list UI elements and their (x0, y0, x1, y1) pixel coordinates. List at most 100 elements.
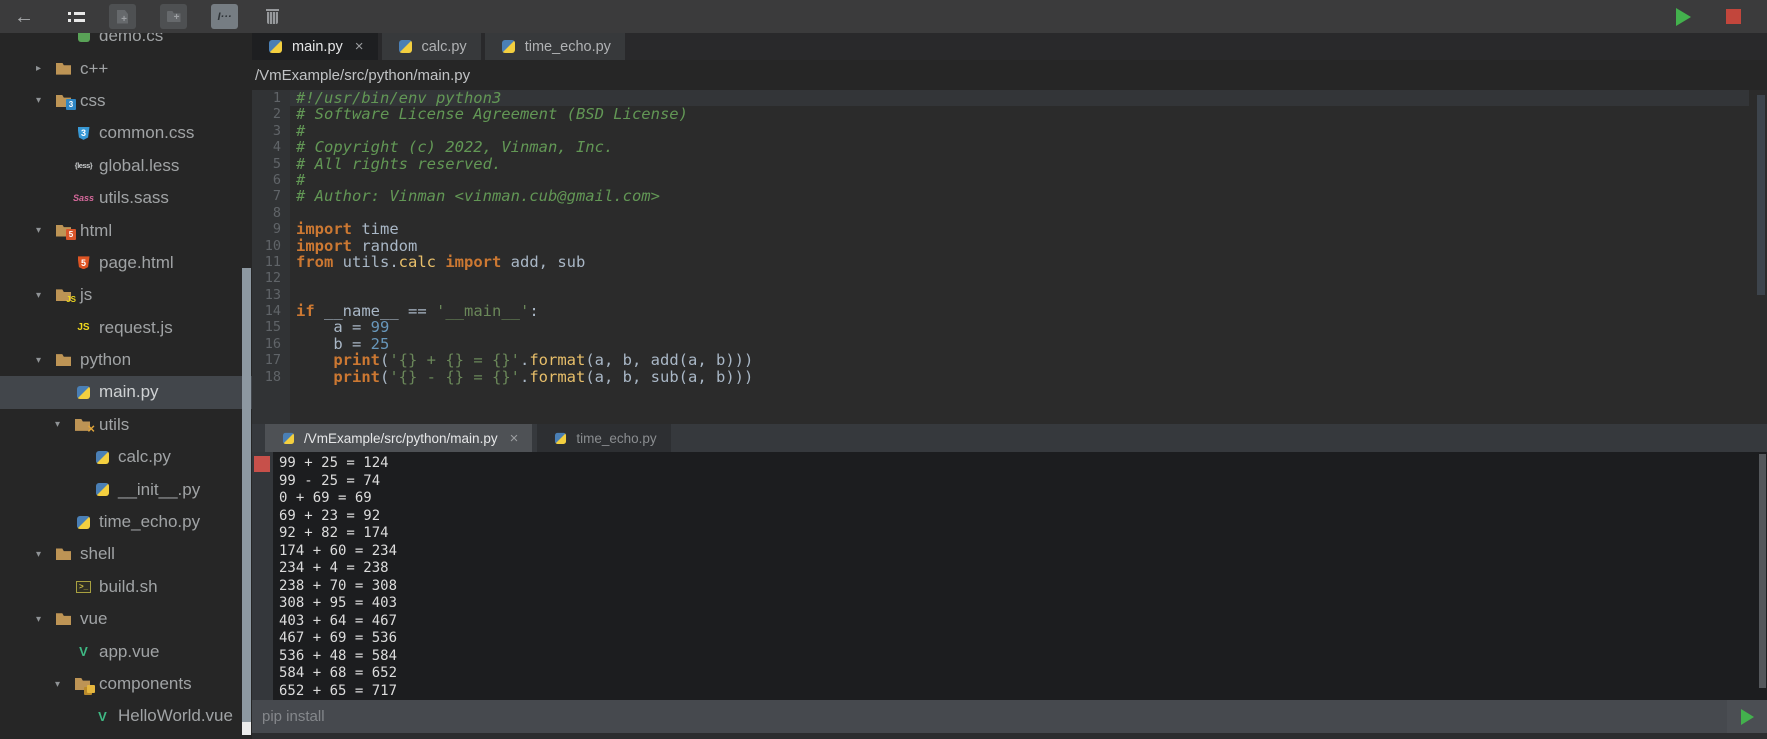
tree-item-utils[interactable]: ▾ utils (0, 409, 252, 441)
tab-label: time_echo.py (525, 39, 611, 55)
code-line-15[interactable]: 15 a = 99 (252, 319, 1767, 335)
tree-item-label: components (99, 674, 192, 694)
tree-item-time_echo.py[interactable]: time_echo.py (0, 506, 252, 538)
tree-item-components[interactable]: ▾ components (0, 668, 252, 700)
tree-item-js[interactable]: ▾js (0, 279, 252, 311)
code-text: #!/usr/bin/env python3 (290, 90, 1749, 106)
line-number: 5 (252, 156, 290, 172)
tree-item-app.vue[interactable]: app.vue (0, 635, 252, 667)
chevron-right-icon[interactable]: ▸ (36, 63, 55, 74)
tree-item-request.js[interactable]: request.js (0, 312, 252, 344)
code-line-17[interactable]: 17 print('{} + {} = {}'.format(a, b, add… (252, 352, 1767, 368)
tree-item-label: page.html (99, 253, 174, 273)
sidebar-scrollbar-cap[interactable] (242, 722, 251, 735)
output-scrollbar[interactable] (1759, 454, 1766, 688)
code-line-10[interactable]: 10import random (252, 238, 1767, 254)
chevron-down-icon[interactable]: ▾ (55, 419, 74, 430)
line-number: 3 (252, 123, 290, 139)
console-output-line: 652 + 65 = 717 (279, 683, 1767, 701)
tree-item-HelloWorld.vue[interactable]: HelloWorld.vue (0, 700, 252, 732)
tree-item-__init__.py[interactable]: __init__.py (0, 473, 252, 505)
command-bar (252, 700, 1767, 733)
python-icon (74, 514, 93, 530)
editor-tab-time_echo.py[interactable]: time_echo.py (485, 33, 625, 60)
tree-item-main.py[interactable]: main.py (0, 376, 252, 408)
less-icon (74, 158, 93, 174)
tree-item-label: request.js (99, 318, 173, 338)
tree-item-utils.sass[interactable]: utils.sass (0, 182, 252, 214)
line-number: 12 (252, 270, 290, 286)
close-icon[interactable]: × (355, 39, 364, 54)
tree-item-vue[interactable]: ▾ vue (0, 603, 252, 635)
line-number: 17 (252, 352, 290, 368)
tree-item-demo.cs[interactable]: demo.cs (0, 33, 252, 52)
console-output-line: 308 + 95 = 403 (279, 595, 1767, 613)
tree-item-python[interactable]: ▾python (0, 344, 252, 376)
code-line-5[interactable]: 5# All rights reserved. (252, 156, 1767, 172)
code-line-18[interactable]: 18 print('{} - {} = {}'.format(a, b, sub… (252, 369, 1767, 385)
code-line-13[interactable]: 13 (252, 287, 1767, 303)
stop-icon[interactable] (1726, 9, 1741, 24)
sidebar-scrollbar[interactable] (242, 268, 251, 722)
code-line-9[interactable]: 9import time (252, 221, 1767, 237)
output-tab-/VmExample/src/python/main.py[interactable]: /VmExample/src/python/main.py × (265, 424, 532, 452)
code-line-3[interactable]: 3# (252, 123, 1767, 139)
code-editor[interactable]: 1#!/usr/bin/env python32# Software Licen… (252, 90, 1767, 424)
new-folder-button[interactable]: + (160, 4, 187, 29)
tree-item-page.html[interactable]: page.html (0, 247, 252, 279)
chevron-down-icon[interactable]: ▾ (36, 95, 55, 106)
command-input[interactable] (252, 707, 1727, 726)
tree-item-calc.py[interactable]: calc.py (0, 441, 252, 473)
code-line-7[interactable]: 7# Author: Vinman <vinman.cub@gmail.com> (252, 188, 1767, 204)
code-line-14[interactable]: 14if __name__ == '__main__': (252, 303, 1767, 319)
console-output-line: 69 + 23 = 92 (279, 508, 1767, 526)
editor-tab-main.py[interactable]: main.py× (252, 33, 378, 60)
chevron-down-icon[interactable]: ▾ (36, 614, 55, 625)
chevron-down-icon[interactable]: ▾ (36, 355, 55, 366)
tree-item-global.less[interactable]: global.less (0, 150, 252, 182)
editor-column: main.py×calc.py time_echo.py /VmExample/s… (252, 33, 1767, 739)
code-line-16[interactable]: 16 b = 25 (252, 336, 1767, 352)
tab-label: /VmExample/src/python/main.py (304, 431, 498, 446)
rename-button[interactable]: I··· (211, 4, 238, 29)
chevron-down-icon[interactable]: ▾ (36, 290, 55, 301)
line-number: 8 (252, 205, 290, 221)
code-line-1[interactable]: 1#!/usr/bin/env python3 (252, 90, 1767, 106)
code-line-4[interactable]: 4# Copyright (c) 2022, Vinman, Inc. (252, 139, 1767, 155)
editor-tab-calc.py[interactable]: calc.py (382, 33, 481, 60)
code-line-8[interactable]: 8 (252, 205, 1767, 221)
chevron-down-icon[interactable]: ▾ (36, 225, 55, 236)
console-output-line: 584 + 68 = 652 (279, 665, 1767, 683)
new-file-button[interactable]: + (109, 4, 136, 29)
tree-item-html[interactable]: ▾html (0, 214, 252, 246)
editor-scrollbar[interactable] (1757, 95, 1765, 295)
code-text (290, 205, 1749, 221)
output-stop-icon[interactable] (254, 456, 270, 472)
back-icon[interactable]: ← (14, 7, 34, 27)
code-line-11[interactable]: 11from utils.calc import add, sub (252, 254, 1767, 270)
delete-icon[interactable] (266, 9, 279, 24)
tree-item-label: demo.cs (99, 33, 163, 46)
code-line-2[interactable]: 2# Software License Agreement (BSD Licen… (252, 106, 1767, 122)
code-line-6[interactable]: 6# (252, 172, 1767, 188)
tree-item-common.css[interactable]: common.css (0, 117, 252, 149)
code-text: # (290, 123, 1749, 139)
code-text: print('{} + {} = {}'.format(a, b, add(a,… (290, 352, 1749, 368)
tree-item-shell[interactable]: ▾shell (0, 538, 252, 570)
python-icon (93, 449, 112, 465)
menu-icon[interactable] (68, 11, 85, 22)
tree-item-css[interactable]: ▾css (0, 85, 252, 117)
code-line-12[interactable]: 12 (252, 270, 1767, 286)
chevron-down-icon[interactable]: ▾ (36, 549, 55, 560)
chevron-down-icon[interactable]: ▾ (55, 679, 74, 690)
tree-item-c++[interactable]: ▸c++ (0, 52, 252, 84)
line-number: 16 (252, 336, 290, 352)
tree-item-build.sh[interactable]: build.sh (0, 571, 252, 603)
command-run-button[interactable] (1727, 700, 1767, 733)
run-icon[interactable] (1676, 8, 1691, 26)
tree-item-label: vue (80, 609, 107, 629)
close-icon[interactable]: × (510, 431, 519, 446)
tree-item-label: app.vue (99, 642, 160, 662)
tree-item-label: utils (99, 415, 129, 435)
output-tab-time_echo.py[interactable]: time_echo.py (537, 424, 670, 452)
